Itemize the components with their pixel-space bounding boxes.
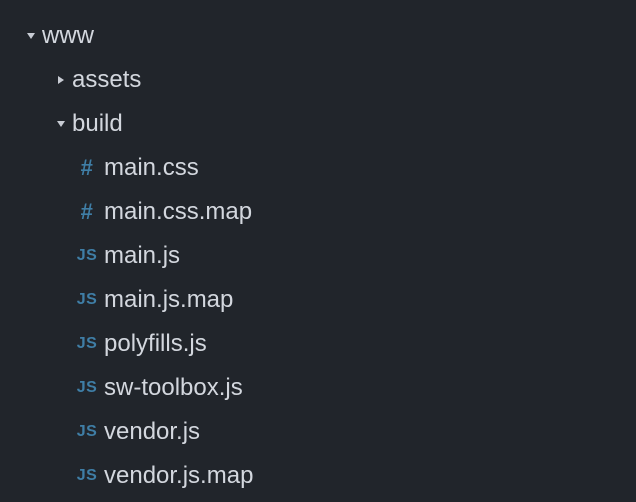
js-file-icon: JS xyxy=(72,322,102,366)
tree-folder-build[interactable]: build xyxy=(0,102,636,146)
file-label: vendor.js xyxy=(102,410,200,454)
file-label: main.css xyxy=(102,146,199,190)
folder-label: build xyxy=(70,102,123,146)
file-label: polyfills.js xyxy=(102,322,207,366)
file-label: main.css.map xyxy=(102,190,252,234)
css-file-icon: # xyxy=(72,190,102,234)
file-label: vendor.js.map xyxy=(102,454,253,498)
tree-file[interactable]: JS polyfills.js xyxy=(0,322,636,366)
tree-file[interactable]: # main.css.map xyxy=(0,190,636,234)
tree-folder-assets[interactable]: assets xyxy=(0,58,636,102)
js-file-icon: JS xyxy=(72,454,102,498)
tree-file[interactable]: # main.css xyxy=(0,146,636,190)
js-file-icon: JS xyxy=(72,278,102,322)
tree-folder-www[interactable]: www xyxy=(0,14,636,58)
tree-file[interactable]: JS main.js xyxy=(0,234,636,278)
file-tree: www assets build # main.css # main.css.m… xyxy=(0,0,636,498)
js-file-icon: JS xyxy=(72,410,102,454)
js-file-icon: JS xyxy=(72,366,102,410)
chevron-down-icon xyxy=(52,119,70,129)
chevron-down-icon xyxy=(22,31,40,41)
tree-file[interactable]: JS vendor.js.map xyxy=(0,454,636,498)
js-file-icon: JS xyxy=(72,234,102,278)
file-label: main.js xyxy=(102,234,180,278)
file-label: sw-toolbox.js xyxy=(102,366,243,410)
tree-file[interactable]: JS vendor.js xyxy=(0,410,636,454)
chevron-right-icon xyxy=(52,75,70,85)
folder-label: www xyxy=(40,14,94,58)
tree-file[interactable]: JS main.js.map xyxy=(0,278,636,322)
folder-label: assets xyxy=(70,58,141,102)
css-file-icon: # xyxy=(72,146,102,190)
file-label: main.js.map xyxy=(102,278,233,322)
tree-file[interactable]: JS sw-toolbox.js xyxy=(0,366,636,410)
